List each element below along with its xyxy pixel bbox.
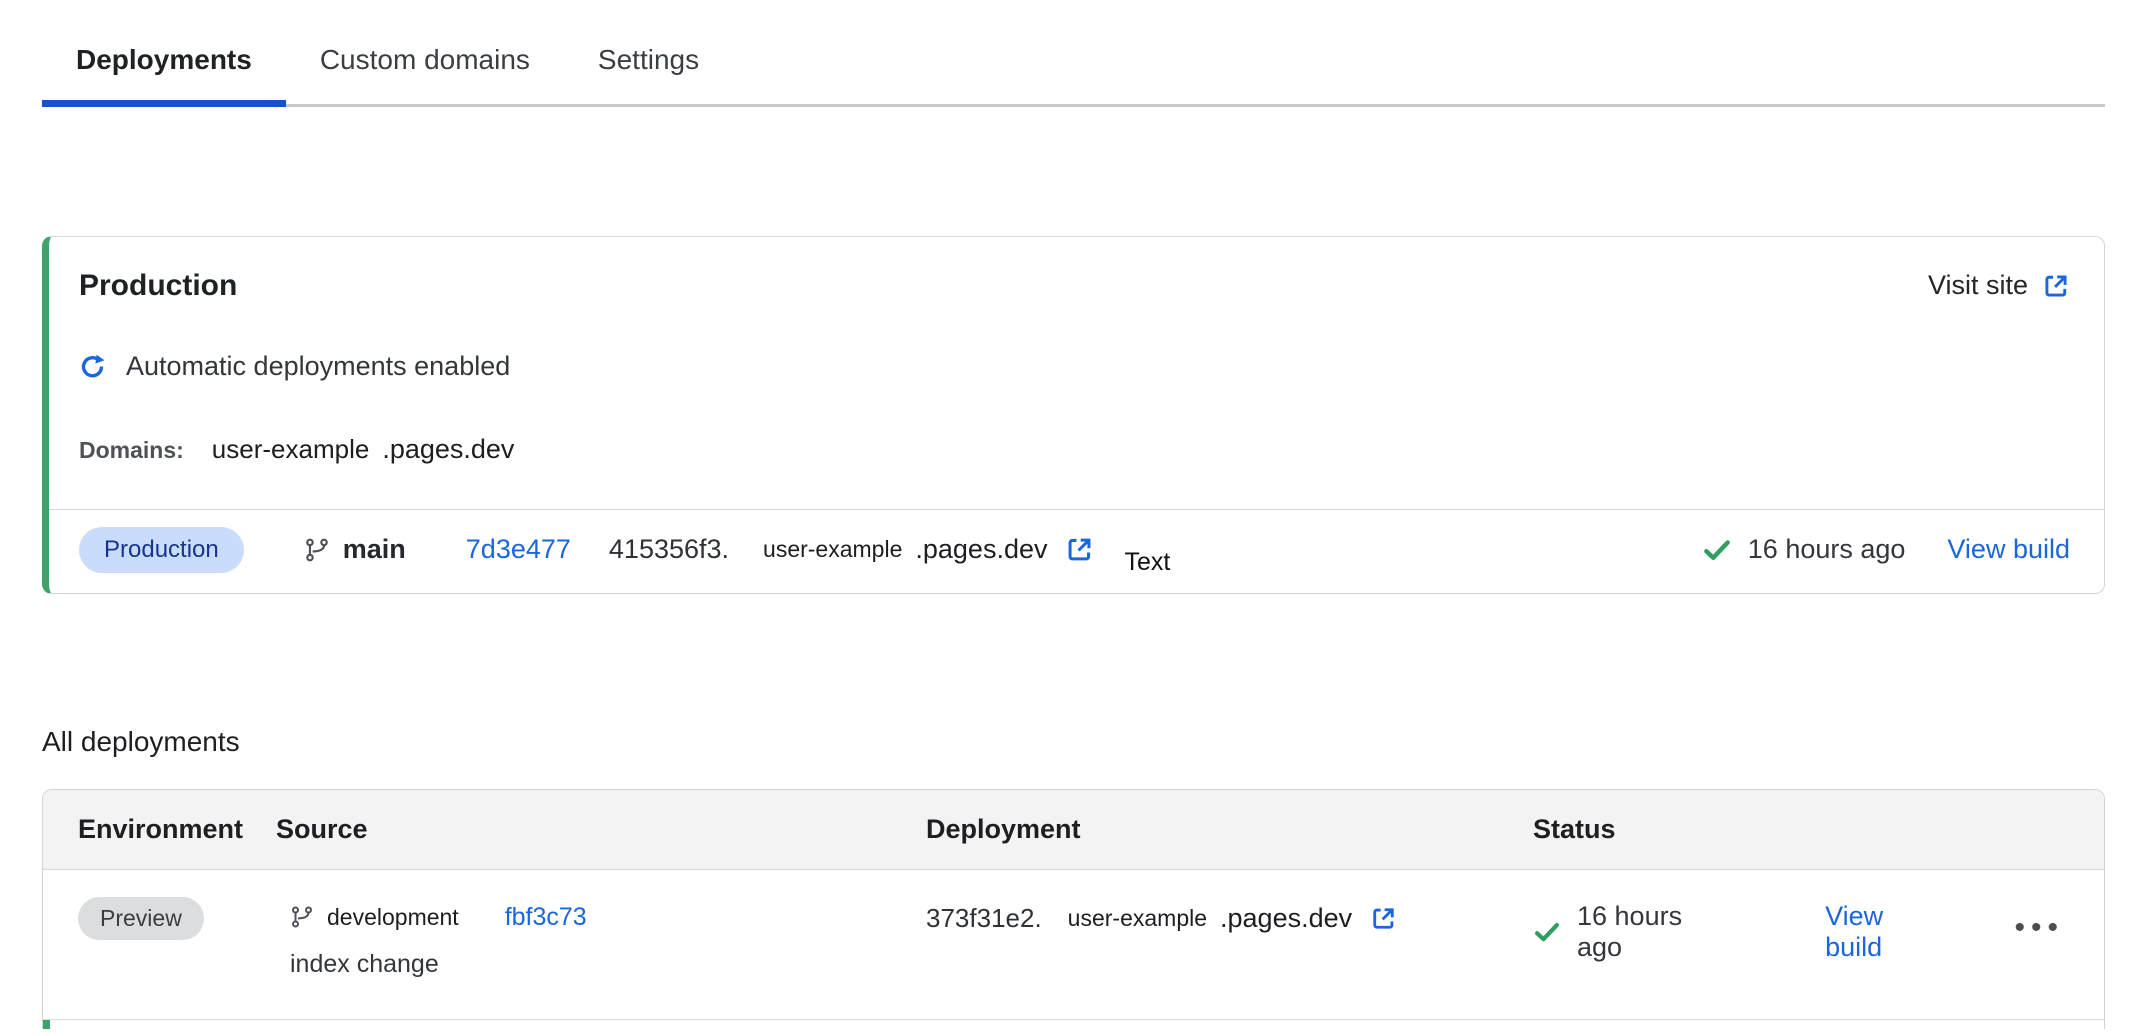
auto-deployments-status: Automatic deployments enabled	[79, 351, 2070, 382]
source-cell: development fbf3c73 index change	[276, 897, 926, 979]
domains-line: Domains: user-example .pages.dev	[79, 434, 2070, 465]
environment-badge: Preview	[78, 897, 204, 940]
tab-bar: Deployments Custom domains Settings	[42, 24, 2105, 107]
external-link-icon	[1370, 905, 1397, 932]
source-branch-line: development fbf3c73	[276, 903, 926, 932]
next-row-peek	[43, 1020, 2104, 1029]
environment-cell: Preview	[43, 897, 276, 940]
branch-name: development	[327, 904, 459, 931]
tab-deployments[interactable]: Deployments	[42, 24, 286, 104]
deployment-cell: 373f31e2. user-example .pages.dev	[926, 903, 1533, 934]
production-title: Production	[79, 267, 237, 305]
branch-group: main	[304, 534, 406, 565]
more-options-icon[interactable]: •••	[2014, 920, 2064, 935]
deployment-domain: user-example	[763, 536, 902, 563]
deployment-id: 415356f3.	[609, 534, 729, 565]
deployment-status: 16 hours ago View build	[1702, 534, 2070, 565]
git-branch-icon	[304, 537, 330, 563]
branch-name: main	[343, 534, 406, 565]
deployment-id: 373f31e2.	[926, 903, 1042, 934]
commit-message: index change	[276, 950, 926, 979]
deployment-domain-suffix: .pages.dev	[915, 534, 1047, 565]
tab-custom-domains[interactable]: Custom domains	[286, 24, 564, 104]
table-row: Preview development fbf3c73 index change…	[43, 870, 2104, 979]
pages-project-deployments-page: Deployments Custom domains Settings Prod…	[0, 24, 2132, 1029]
domains-label: Domains:	[79, 437, 184, 464]
domain-name: user-example	[212, 434, 370, 465]
deployment-domain: user-example	[1068, 905, 1207, 932]
open-deployment-link[interactable]	[1065, 535, 1094, 564]
production-deployment-row: Production main 7d3e477 415356f3. user-e…	[49, 509, 2104, 593]
view-build-link[interactable]: View build	[1947, 534, 2070, 565]
commit-link[interactable]: 7d3e477	[466, 534, 571, 565]
domain-suffix: .pages.dev	[382, 434, 514, 465]
production-card-header: Production Visit site	[79, 267, 2070, 305]
production-row-accent	[43, 1020, 50, 1029]
deployments-table: Environment Source Deployment Status Pre…	[42, 789, 2105, 1029]
note-text: Text	[1124, 548, 1170, 577]
git-branch-icon	[290, 905, 314, 929]
column-header-source: Source	[276, 814, 926, 845]
tab-settings[interactable]: Settings	[564, 24, 733, 104]
view-build-link[interactable]: View build	[1825, 901, 1946, 963]
deploy-time: 16 hours ago	[1577, 901, 1733, 963]
all-deployments-title: All deployments	[42, 726, 2105, 758]
deployment-domain-suffix: .pages.dev	[1220, 903, 1352, 934]
visit-site-label: Visit site	[1928, 270, 2028, 301]
column-header-deployment: Deployment	[926, 814, 1533, 845]
status-cell: 16 hours ago View build •••	[1533, 901, 2104, 963]
external-link-icon	[2042, 272, 2070, 300]
success-check-icon	[1702, 535, 1732, 565]
success-check-icon	[1533, 918, 1561, 946]
column-header-status: Status	[1533, 814, 2104, 845]
auto-deployments-label: Automatic deployments enabled	[126, 351, 510, 382]
deploy-time: 16 hours ago	[1748, 534, 1906, 565]
refresh-icon	[79, 353, 106, 380]
column-header-environment: Environment	[43, 814, 276, 845]
production-card: Production Visit site Automatic deployme…	[42, 236, 2105, 594]
table-header: Environment Source Deployment Status	[43, 790, 2104, 870]
external-link-icon	[1065, 535, 1094, 564]
visit-site-link[interactable]: Visit site	[1928, 270, 2070, 301]
environment-badge: Production	[79, 527, 244, 573]
commit-link[interactable]: fbf3c73	[505, 903, 587, 932]
open-deployment-link[interactable]	[1370, 905, 1397, 932]
